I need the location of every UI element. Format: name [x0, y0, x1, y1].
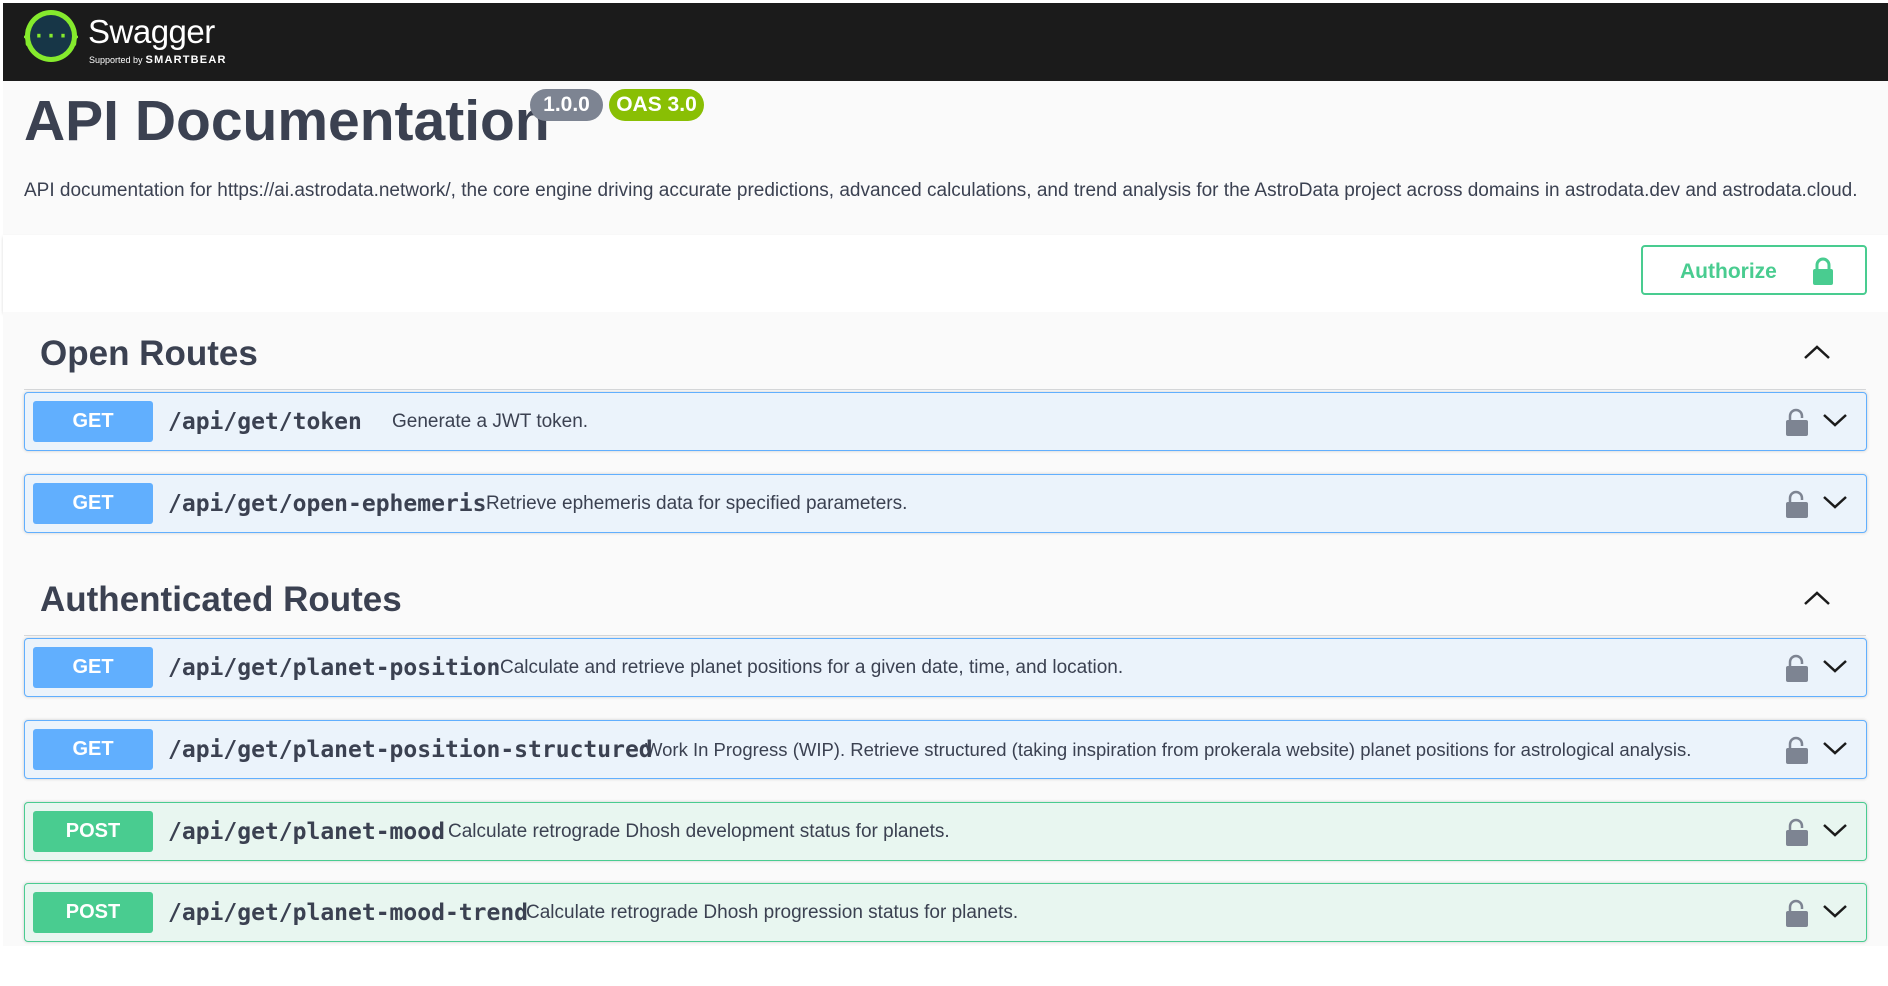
lock-open-icon[interactable]	[1785, 653, 1809, 683]
operation-post-planet-mood[interactable]: POST /api/get/planet-mood Calculate retr…	[24, 802, 1867, 861]
method-badge: GET	[33, 647, 153, 688]
operation-get-token[interactable]: GET /api/get/token Generate a JWT token.	[24, 392, 1867, 451]
lock-closed-icon	[1813, 257, 1833, 285]
method-badge: POST	[33, 811, 153, 852]
section-title: Authenticated Routes	[40, 580, 402, 619]
method-badge: GET	[33, 483, 153, 524]
page-title: API Documentation	[24, 89, 550, 153]
supported-by-label: Supported by	[89, 55, 143, 65]
operation-get-planet-position[interactable]: GET /api/get/planet-position Calculate a…	[24, 638, 1867, 697]
authorize-label: Authorize	[1680, 260, 1777, 283]
svg-text:{···}: {···}	[24, 24, 78, 48]
chevron-down-icon[interactable]	[1821, 820, 1849, 840]
method-badge: POST	[33, 892, 153, 933]
operation-path: /api/get/planet-mood-trend	[168, 900, 529, 926]
authorize-button[interactable]: Authorize	[1641, 245, 1867, 295]
chevron-down-icon[interactable]	[1821, 656, 1849, 676]
lock-open-icon[interactable]	[1785, 817, 1809, 847]
chevron-up-icon[interactable]	[1802, 342, 1832, 362]
logo-name[interactable]: Swagger	[88, 12, 215, 52]
operation-post-planet-mood-trend[interactable]: POST /api/get/planet-mood-trend Calculat…	[24, 883, 1867, 942]
operation-path: /api/get/open-ephemeris	[168, 491, 487, 517]
section-title: Open Routes	[40, 334, 258, 373]
chevron-down-icon[interactable]	[1821, 901, 1849, 921]
operation-path: /api/get/token	[168, 409, 362, 435]
smartbear-label: SMARTBEAR	[145, 54, 227, 66]
method-badge: GET	[33, 401, 153, 442]
method-badge: GET	[33, 729, 153, 770]
operation-summary: Generate a JWT token.	[392, 411, 589, 432]
operation-summary: Retrieve ephemeris data for specified pa…	[486, 493, 908, 514]
section-header-open-routes[interactable]: Open Routes	[24, 318, 1866, 390]
lock-open-icon[interactable]	[1785, 735, 1809, 765]
operation-summary: Work In Progress (WIP). Retrieve structu…	[645, 739, 1692, 760]
section-header-authenticated-routes[interactable]: Authenticated Routes	[24, 564, 1866, 636]
lock-open-icon[interactable]	[1785, 407, 1809, 437]
supported-by-text: Supported by SMARTBEAR	[89, 54, 227, 66]
oas-badge: OAS 3.0	[609, 89, 704, 121]
chevron-down-icon[interactable]	[1821, 410, 1849, 430]
lock-open-icon[interactable]	[1785, 489, 1809, 519]
chevron-down-icon[interactable]	[1821, 492, 1849, 512]
scheme-container: Authorize	[3, 235, 1888, 312]
topbar: {···} Swagger Supported bySMARTBEAR	[3, 3, 1888, 81]
api-description: API documentation for https://ai.astroda…	[24, 180, 1858, 201]
swagger-logo-icon[interactable]: {···}	[24, 9, 78, 63]
operation-path: /api/get/planet-position	[168, 655, 501, 681]
chevron-up-icon[interactable]	[1802, 588, 1832, 608]
operation-path: /api/get/planet-mood	[168, 819, 445, 845]
version-badge: 1.0.0	[530, 89, 603, 121]
lock-open-icon[interactable]	[1785, 898, 1809, 928]
operation-summary: Calculate and retrieve planet positions …	[500, 657, 1124, 678]
operation-get-open-ephemeris[interactable]: GET /api/get/open-ephemeris Retrieve eph…	[24, 474, 1867, 533]
operation-summary: Calculate retrograde Dhosh progression s…	[526, 902, 1019, 923]
chevron-down-icon[interactable]	[1821, 738, 1849, 758]
operation-get-planet-position-structured[interactable]: GET /api/get/planet-position-structured …	[24, 720, 1867, 779]
operation-path: /api/get/planet-position-structured	[168, 737, 653, 763]
operation-summary: Calculate retrograde Dhosh development s…	[448, 821, 950, 842]
info-section: API Documentation 1.0.0 OAS 3.0 API docu…	[3, 81, 1888, 235]
